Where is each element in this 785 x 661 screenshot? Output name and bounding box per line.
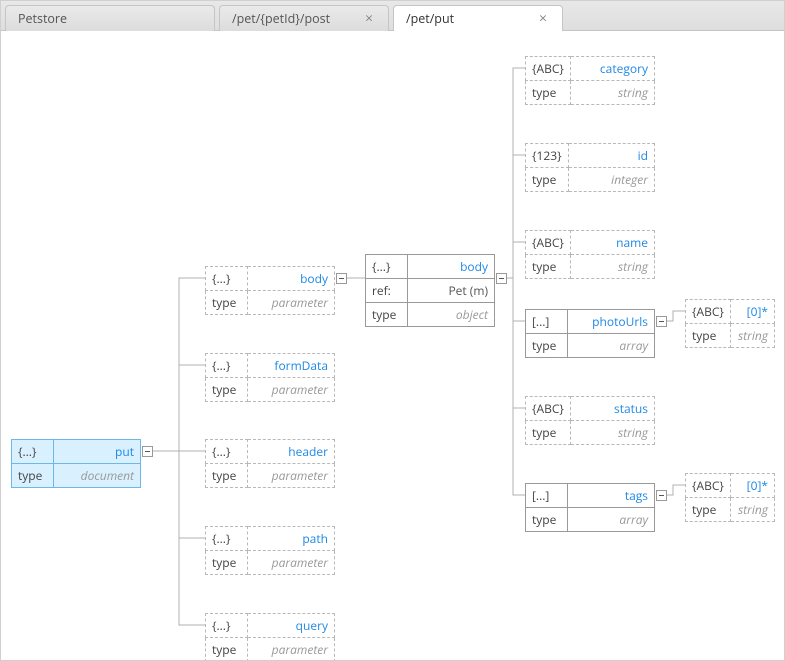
array-icon: [...] [526, 310, 568, 334]
node-tags[interactable]: [...]tags typearray [525, 483, 655, 532]
abc-icon: {ABC} [526, 231, 571, 255]
tab-pet-put[interactable]: /pet/put × [393, 5, 563, 31]
node-category[interactable]: {ABC}category typestring [525, 56, 655, 105]
node-tags-item[interactable]: {ABC}[0]* typestring [685, 473, 775, 522]
braces-icon: {...} [206, 354, 248, 378]
expand-toggle[interactable] [336, 273, 347, 284]
expand-toggle[interactable] [142, 446, 153, 457]
close-icon[interactable]: × [536, 12, 550, 26]
braces-icon: {...} [12, 440, 54, 464]
diagram-canvas[interactable]: {...} put type document {...}body typepa… [1, 31, 784, 660]
node-path-param[interactable]: {...}path typeparameter [205, 526, 335, 575]
close-icon[interactable]: × [362, 12, 376, 26]
abc-icon: {ABC} [686, 474, 731, 498]
tab-root[interactable]: Petstore [5, 5, 215, 31]
expand-toggle[interactable] [656, 490, 667, 501]
braces-icon: {...} [206, 527, 248, 551]
expand-toggle[interactable] [496, 273, 507, 284]
braces-icon: {...} [206, 267, 248, 291]
node-put[interactable]: {...} put type document [11, 439, 141, 488]
tab-label: /pet/{petId}/post [232, 10, 330, 27]
abc-icon: {ABC} [526, 57, 571, 81]
node-id[interactable]: {123}id typeinteger [525, 143, 655, 192]
node-photourls[interactable]: [...]photoUrls typearray [525, 309, 655, 358]
app-window: Petstore /pet/{petId}/post × /pet/put × [0, 0, 785, 661]
node-body-object[interactable]: {...}body ref:Pet (m) typeobject [365, 254, 495, 327]
node-formdata-param[interactable]: {...}formData typeparameter [205, 353, 335, 402]
connector-lines [1, 31, 784, 660]
node-status[interactable]: {ABC}status typestring [525, 396, 655, 445]
node-header-param[interactable]: {...}header typeparameter [205, 439, 335, 488]
array-icon: [...] [526, 484, 568, 508]
braces-icon: {...} [206, 440, 248, 464]
node-body-param[interactable]: {...}body typeparameter [205, 266, 335, 315]
tab-label: /pet/put [406, 10, 454, 27]
node-name[interactable]: {ABC}name typestring [525, 230, 655, 279]
expand-toggle[interactable] [656, 316, 667, 327]
node-query-param[interactable]: {...}query typeparameter [205, 613, 335, 661]
braces-icon: {...} [206, 614, 248, 638]
tab-bar: Petstore /pet/{petId}/post × /pet/put × [1, 1, 784, 31]
num-icon: {123} [526, 144, 569, 168]
node-photourls-item[interactable]: {ABC}[0]* typestring [685, 299, 775, 348]
node-title: put [54, 440, 141, 464]
braces-icon: {...} [366, 255, 408, 279]
abc-icon: {ABC} [686, 300, 731, 324]
tab-label: Petstore [18, 10, 67, 27]
abc-icon: {ABC} [526, 397, 571, 421]
tab-pet-post[interactable]: /pet/{petId}/post × [219, 5, 389, 31]
